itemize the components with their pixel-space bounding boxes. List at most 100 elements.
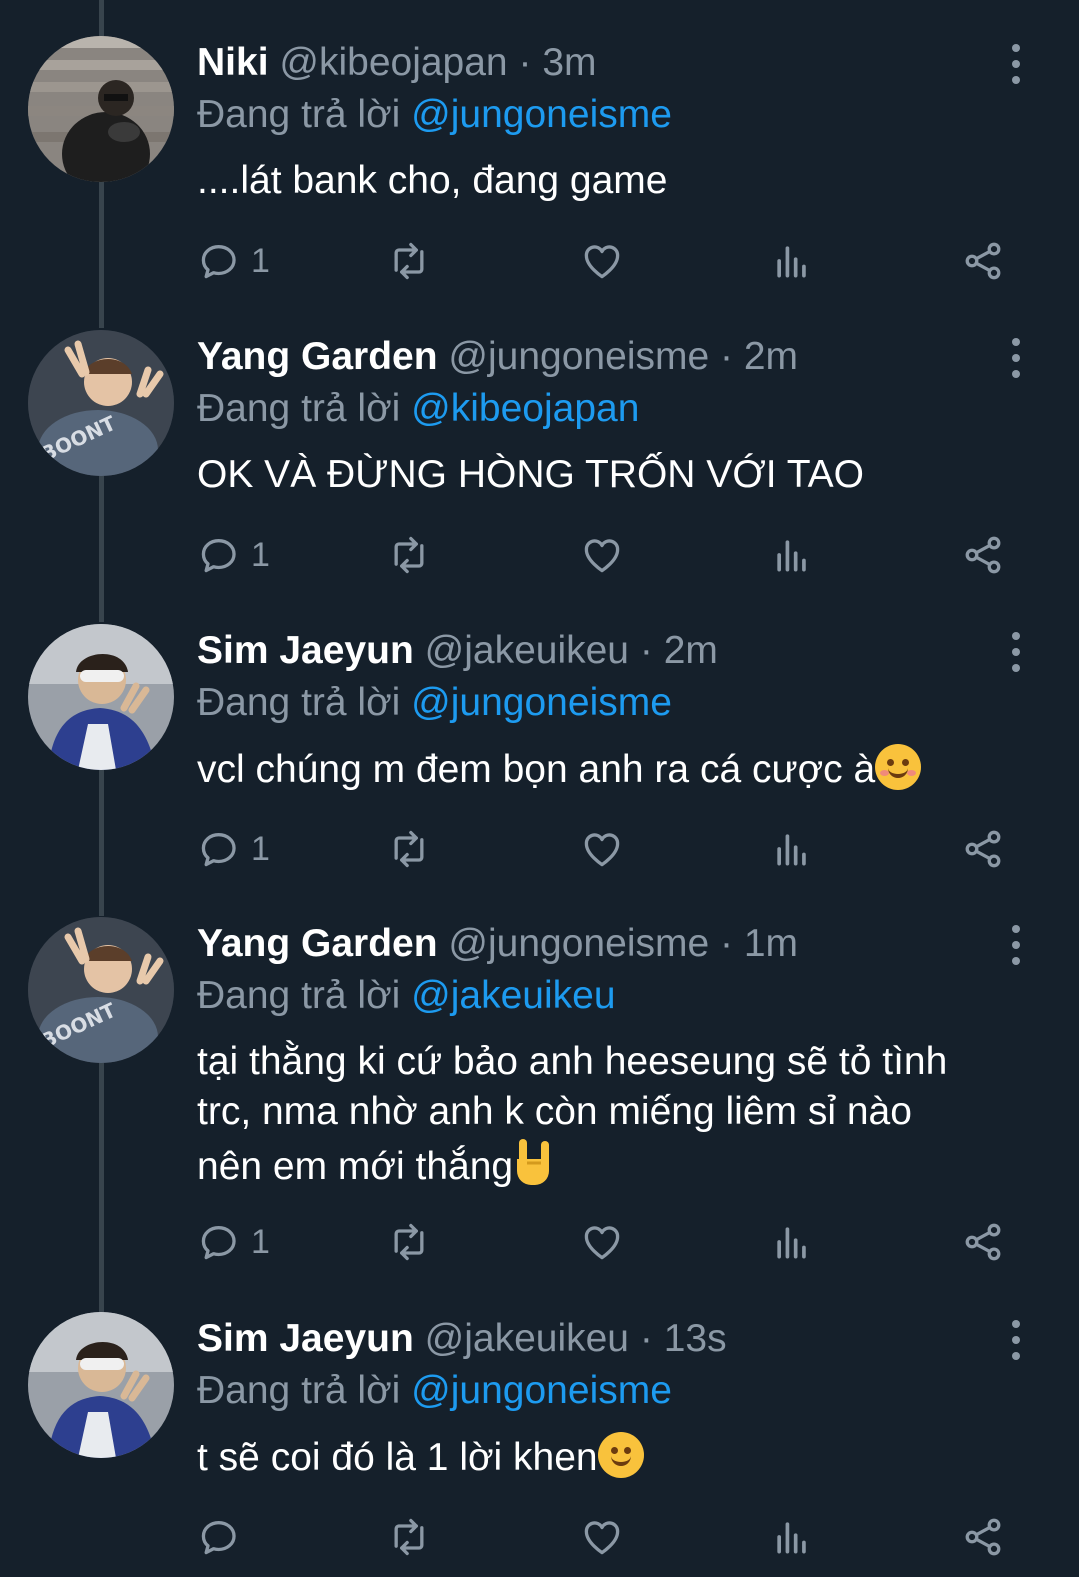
tweet-text: vcl chúng m đem bọn anh ra cá cược à xyxy=(197,744,1037,795)
mention-link[interactable]: @jakeuikeu xyxy=(411,974,615,1017)
replying-to-label: Đang trả lời xyxy=(197,974,401,1017)
avatar[interactable] xyxy=(28,1312,174,1458)
reply-button[interactable]: 1 xyxy=(197,530,270,580)
more-options-icon[interactable] xyxy=(1006,632,1026,672)
thread-line xyxy=(99,0,104,36)
analytics-icon xyxy=(777,246,806,278)
display-name[interactable]: Niki xyxy=(197,41,269,84)
analytics-button[interactable] xyxy=(770,824,814,874)
mention-link[interactable]: @jungoneisme xyxy=(411,93,672,136)
tweet-header: Sim Jaeyun @jakeuikeu · 2m xyxy=(197,626,718,676)
mention-link[interactable]: @jungoneisme xyxy=(411,681,672,724)
analytics-button[interactable] xyxy=(770,1217,814,1267)
tweet[interactable]: Sim Jaeyun @jakeuikeu · 2m Đang trả lời … xyxy=(0,624,1079,884)
analytics-button[interactable] xyxy=(770,236,814,286)
display-name[interactable]: Sim Jaeyun xyxy=(197,629,414,672)
share-icon xyxy=(965,536,1001,574)
avatar[interactable]: BOONT xyxy=(28,330,174,476)
more-options-icon[interactable] xyxy=(1006,925,1026,965)
tweet-text-content: vcl chúng m đem bọn anh ra cá cược à xyxy=(197,748,876,791)
avatar-photo: BOONT xyxy=(28,917,174,1063)
user-handle[interactable]: @jungoneisme xyxy=(448,335,709,378)
share-button[interactable] xyxy=(961,1217,1005,1267)
heart-icon xyxy=(584,245,620,279)
action-bar: 1 xyxy=(197,1217,1017,1267)
reply-thread: Niki @kibeojapan · 3m Đang trả lời @jung… xyxy=(0,0,1079,1577)
tweet[interactable]: BOONT Yang Garden @jungoneisme · 1m Đang… xyxy=(0,917,1079,1277)
slightly-smiling-emoji-icon xyxy=(597,1432,644,1478)
share-button[interactable] xyxy=(961,824,1005,874)
avatar[interactable]: BOONT xyxy=(28,917,174,1063)
analytics-button[interactable] xyxy=(770,530,814,580)
reply-count: 1 xyxy=(251,829,270,868)
timestamp[interactable]: 3m xyxy=(542,41,596,84)
heart-icon xyxy=(584,539,620,573)
reply-button[interactable]: 1 xyxy=(197,824,270,874)
like-button[interactable] xyxy=(580,530,624,580)
reply-button[interactable] xyxy=(197,1512,251,1562)
like-button[interactable] xyxy=(580,1512,624,1562)
action-bar: 1 xyxy=(197,236,1017,286)
display-name[interactable]: Yang Garden xyxy=(197,335,438,378)
share-button[interactable] xyxy=(961,530,1005,580)
reply-count: 1 xyxy=(251,241,270,280)
share-button[interactable] xyxy=(961,1512,1005,1562)
rock-on-hand-emoji-icon xyxy=(517,1139,550,1185)
more-options-icon[interactable] xyxy=(1006,1320,1026,1360)
timestamp[interactable]: 1m xyxy=(744,922,798,965)
user-handle[interactable]: @jungoneisme xyxy=(448,922,709,965)
analytics-icon xyxy=(777,1227,806,1259)
separator-dot: · xyxy=(518,41,532,84)
like-button[interactable] xyxy=(580,824,624,874)
like-button[interactable] xyxy=(580,1217,624,1267)
tweet-header: Niki @kibeojapan · 3m xyxy=(197,38,597,88)
tweet[interactable]: BOONT Yang Garden @jungoneisme · 2m Đang… xyxy=(0,330,1079,590)
display-name[interactable]: Yang Garden xyxy=(197,922,438,965)
tweet[interactable]: Sim Jaeyun @jakeuikeu · 13s Đang trả lời… xyxy=(0,1312,1079,1577)
user-handle[interactable]: @kibeojapan xyxy=(279,41,507,84)
more-options-icon[interactable] xyxy=(1006,44,1026,84)
retweet-button[interactable] xyxy=(387,1512,431,1562)
timestamp[interactable]: 2m xyxy=(744,335,798,378)
separator-dot: · xyxy=(639,1317,653,1360)
retweet-icon xyxy=(394,536,424,574)
tweet-text-line: nên em mới thắng xyxy=(197,1145,514,1188)
avatar-photo xyxy=(28,1312,174,1458)
separator-dot: · xyxy=(720,922,734,965)
user-handle[interactable]: @jakeuikeu xyxy=(425,629,629,672)
reply-count: 1 xyxy=(251,1222,270,1261)
replying-to-label: Đang trả lời xyxy=(197,1369,401,1412)
action-bar: 1 xyxy=(197,530,1017,580)
reply-icon xyxy=(201,245,236,279)
tweet[interactable]: Niki @kibeojapan · 3m Đang trả lời @jung… xyxy=(0,36,1079,296)
reply-count: 1 xyxy=(251,535,270,574)
action-bar: 1 xyxy=(197,824,1017,874)
retweet-button[interactable] xyxy=(387,530,431,580)
share-button[interactable] xyxy=(961,236,1005,286)
share-icon xyxy=(965,242,1001,280)
timestamp[interactable]: 2m xyxy=(664,629,718,672)
reply-button[interactable]: 1 xyxy=(197,1217,270,1267)
reply-icon xyxy=(201,833,236,867)
display-name[interactable]: Sim Jaeyun xyxy=(197,1317,414,1360)
tweet-text-line: trc, nma nhờ anh k còn miếng liêm sỉ nào xyxy=(197,1090,912,1133)
avatar[interactable] xyxy=(28,36,174,182)
mention-link[interactable]: @kibeojapan xyxy=(411,387,639,430)
retweet-button[interactable] xyxy=(387,236,431,286)
retweet-icon xyxy=(394,242,424,280)
share-icon xyxy=(965,1518,1001,1556)
retweet-button[interactable] xyxy=(387,824,431,874)
avatar[interactable] xyxy=(28,624,174,770)
replying-to-label: Đang trả lời xyxy=(197,387,401,430)
more-options-icon[interactable] xyxy=(1006,338,1026,378)
analytics-button[interactable] xyxy=(770,1512,814,1562)
retweet-button[interactable] xyxy=(387,1217,431,1267)
tweet-text-line-wrap: nên em mới thắng xyxy=(197,1137,1037,1192)
timestamp[interactable]: 13s xyxy=(664,1317,727,1360)
replying-to: Đang trả lời @jakeuikeu xyxy=(197,971,616,1021)
avatar-photo: BOONT xyxy=(28,330,174,476)
mention-link[interactable]: @jungoneisme xyxy=(411,1369,672,1412)
like-button[interactable] xyxy=(580,236,624,286)
reply-button[interactable]: 1 xyxy=(197,236,270,286)
user-handle[interactable]: @jakeuikeu xyxy=(425,1317,629,1360)
